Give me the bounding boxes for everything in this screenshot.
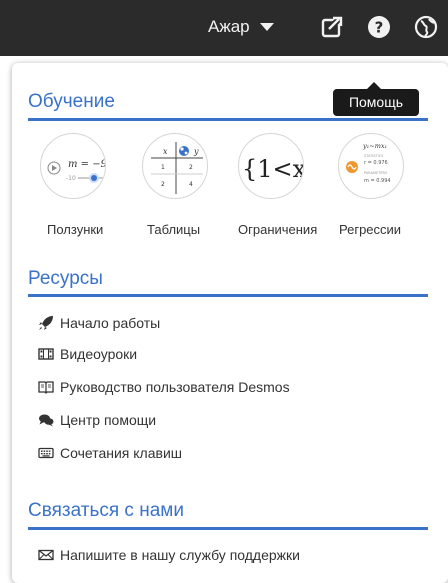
help-center-link[interactable]: Центр помощи xyxy=(38,412,156,428)
contact-section-title: Связаться с нами xyxy=(28,500,184,521)
svg-text:?: ? xyxy=(375,19,384,37)
slider-equation: m = −9 xyxy=(68,159,106,170)
user-guide-label: Руководство пользователя Desmos xyxy=(60,379,290,395)
help-icon[interactable]: ? xyxy=(366,14,392,40)
slider-min: -10 xyxy=(66,175,76,182)
tables-tutorial-tile[interactable]: x y 1 2 2 4 xyxy=(142,133,208,199)
restriction-illustration: {1<x xyxy=(242,155,304,183)
keyboard-shortcuts-link[interactable]: Сочетания клавиш xyxy=(38,445,182,461)
tables-tile-label: Таблицы xyxy=(147,222,201,237)
user-menu[interactable]: Ажар xyxy=(208,14,274,40)
regression-illustration: y₁~mx₁ STATISTICS r = 0.976 PARAMETERS m… xyxy=(346,142,391,184)
chat-icon xyxy=(39,414,54,427)
keyboard-shortcuts-label: Сочетания клавиш xyxy=(60,445,182,461)
table-r2-x: 2 xyxy=(161,181,165,188)
regressions-tile-label: Регрессии xyxy=(339,222,402,237)
caret-down-icon xyxy=(259,23,274,31)
contact-section-rule xyxy=(28,527,428,530)
help-center-label: Центр помощи xyxy=(60,412,157,428)
restrictions-tile-label: Ограничения xyxy=(238,222,318,237)
learning-section-title: Обучение xyxy=(28,91,115,112)
top-bar: Ажар ? xyxy=(0,0,448,56)
regression-stats-label: STATISTICS xyxy=(364,154,384,158)
keyboard-icon xyxy=(38,447,54,459)
envelope-icon xyxy=(38,549,54,561)
sliders-tile-label: Ползунки xyxy=(47,222,104,237)
getting-started-label: Начало работы xyxy=(60,315,161,331)
resources-section-title: Ресурсы xyxy=(28,268,103,289)
regression-m-value: m = 0.994 xyxy=(364,178,391,184)
video-tutorials-link[interactable]: Видеоуроки xyxy=(38,346,137,362)
table-illustration: x y 1 2 2 4 xyxy=(151,142,203,194)
getting-started-link[interactable]: Начало работы xyxy=(38,315,160,331)
regression-params-label: PARAMETERS xyxy=(364,171,388,175)
share-icon[interactable] xyxy=(319,14,345,40)
table-r1-y: 2 xyxy=(189,164,193,171)
regressions-tutorial-tile[interactable]: y₁~mx₁ STATISTICS r = 0.976 PARAMETERS m… xyxy=(338,133,404,199)
user-name: Ажар xyxy=(208,17,250,36)
sliders-tutorial-tile[interactable]: m = −9 -10 xyxy=(40,133,106,199)
resources-section-rule xyxy=(28,294,428,297)
book-icon xyxy=(38,381,54,394)
table-r1-x: 1 xyxy=(161,164,165,171)
restrictions-tutorial-tile[interactable]: {1<x xyxy=(238,133,304,199)
regression-r-value: r = 0.976 xyxy=(364,160,388,166)
table-head-y: y xyxy=(193,147,199,156)
film-icon xyxy=(38,348,54,360)
email-support-link[interactable]: Напишите в нашу службу поддержки xyxy=(38,547,300,563)
table-head-x: x xyxy=(163,147,168,156)
rocket-icon xyxy=(39,316,53,330)
user-guide-link[interactable]: Руководство пользователя Desmos xyxy=(38,379,290,395)
globe-icon[interactable] xyxy=(413,14,439,40)
help-tooltip: Помощь xyxy=(333,82,419,116)
restriction-expression: {1<x xyxy=(242,155,304,183)
table-r2-y: 4 xyxy=(189,181,193,188)
email-support-label: Напишите в нашу службу поддержки xyxy=(60,547,300,563)
regression-equation: y₁~mx₁ xyxy=(362,142,387,150)
slider-illustration: m = −9 -10 xyxy=(47,159,106,183)
video-tutorials-label: Видеоуроки xyxy=(60,346,138,362)
learning-section-rule xyxy=(28,118,428,121)
